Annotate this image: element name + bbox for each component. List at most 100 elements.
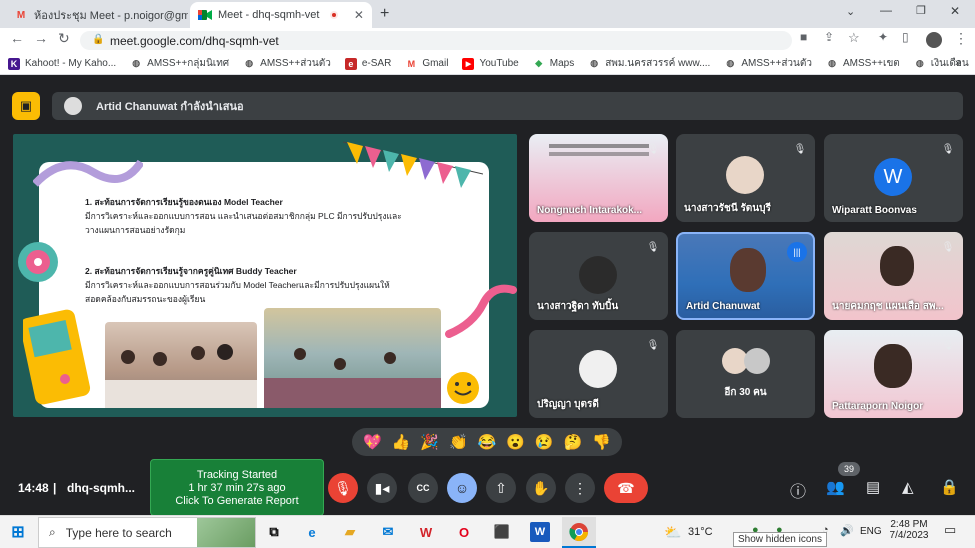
presentation-icon[interactable]: ▣ — [12, 92, 40, 120]
participant-tile[interactable]: 🎙 นางสาวฐิดา ทับบิ้น — [529, 232, 668, 320]
chrome-taskbar-item[interactable] — [562, 517, 596, 548]
tab-gmail[interactable]: M ห้องประชุม Meet - p.noigor@gmai ✕ — [6, 2, 188, 28]
word-icon[interactable]: W — [530, 522, 550, 542]
camera-toggle-button[interactable]: ▮◂ — [367, 473, 397, 503]
thumbs-down-reaction-button[interactable]: 👎 — [592, 433, 611, 451]
participant-name: นายคมกฤช แผนเสือ สพ... — [832, 301, 944, 312]
participant-tile[interactable]: W 🎙 Wiparatt Boonvas — [824, 134, 963, 222]
tracking-duration: 1 hr 37 min 27s ago — [188, 482, 286, 494]
bookmark-item[interactable]: M Gmail — [405, 58, 449, 70]
tab-title: ห้องประชุม Meet - p.noigor@gmai — [34, 10, 188, 22]
youtube-icon: ▶ — [462, 57, 475, 70]
taskbar-search-box[interactable]: ⌕ Type here to search — [38, 517, 256, 548]
minimize-button[interactable]: — — [880, 3, 892, 17]
participant-tile[interactable]: 🎙 นายคมกฤช แผนเสือ สพ... — [824, 232, 963, 320]
close-icon[interactable]: ✕ — [348, 8, 364, 22]
more-options-button[interactable]: ⋮ — [565, 473, 595, 503]
notifications-icon[interactable]: ▭ — [944, 522, 956, 538]
captions-button[interactable]: CC — [408, 473, 438, 503]
activities-icon[interactable]: ◭ — [902, 478, 914, 496]
party-reaction-button[interactable]: 🎉 — [420, 433, 439, 451]
camera-icon[interactable]: ■ — [800, 30, 807, 44]
language-indicator[interactable]: ENG — [860, 526, 882, 537]
forward-icon[interactable]: → — [34, 30, 48, 46]
more-icon[interactable]: ⋮ — [954, 30, 968, 47]
back-icon[interactable]: ← — [10, 30, 24, 46]
laugh-reaction-button[interactable]: 😂 — [478, 433, 497, 451]
clock-time: 2:48 PM — [890, 519, 928, 530]
edge-icon[interactable]: e — [302, 522, 322, 542]
mic-toggle-button[interactable]: 🎙 — [328, 473, 358, 503]
esar-icon: e — [344, 57, 357, 70]
participant-tile[interactable]: 🎙 นางสาวรัชนี รัตนบุรี — [676, 134, 815, 222]
share-icon[interactable]: ⇪ — [824, 30, 834, 44]
present-screen-button[interactable]: ⇧ — [486, 473, 516, 503]
wifi-icon[interactable]: ◔ — [822, 524, 829, 536]
leave-call-button[interactable]: ☎ — [604, 473, 648, 503]
weather-temp[interactable]: 31°C — [688, 526, 713, 538]
meeting-info-icon[interactable]: ⓘ — [790, 478, 806, 502]
task-view-icon[interactable]: ⧉ — [264, 522, 284, 542]
bookmark-item[interactable]: e e-SAR — [344, 57, 391, 70]
bookmark-item[interactable]: K Kahoot! - My Kaho... — [8, 57, 116, 70]
heart-reaction-button[interactable]: 💖 — [363, 433, 382, 451]
bookmark-item[interactable]: ◍ AMSS++เขต — [826, 56, 900, 71]
people-icon[interactable]: 👥 — [826, 478, 845, 496]
captions-icon: CC — [416, 483, 430, 493]
avatar — [744, 348, 770, 374]
mail-icon[interactable]: ✉ — [378, 522, 398, 542]
file-explorer-icon[interactable]: ▰ — [340, 522, 360, 542]
participant-tile[interactable]: 🎙 ปริญญา บุตรดี — [529, 330, 668, 418]
participant-name: Pattaraporn Noigor — [832, 401, 924, 412]
participant-tile[interactable]: 🎙 Nongnuch Intarakok... — [529, 134, 668, 222]
bookmark-item[interactable]: ◍ สพม.นครสวรรค์ www.... — [588, 56, 710, 71]
bookmark-item[interactable]: ▶ YouTube — [462, 57, 519, 70]
thumbs-up-reaction-button[interactable]: 👍 — [392, 433, 411, 451]
meeting-code[interactable]: dhq-sqmh... — [67, 481, 135, 495]
avatar — [874, 344, 912, 388]
opera-icon[interactable]: O — [454, 522, 474, 542]
window-close-button[interactable]: ✕ — [950, 4, 960, 18]
globe-icon: ◍ — [245, 58, 254, 68]
meeting-photo-1 — [105, 322, 257, 408]
bookmark-item[interactable]: ◍ AMSS++ส่วนตัว — [243, 56, 331, 71]
tab-search-icon[interactable]: ⌄ — [846, 5, 855, 18]
weather-icon[interactable]: ⛅ — [664, 524, 681, 541]
tracking-report-button[interactable]: Tracking Started 1 hr 37 min 27s ago Cli… — [150, 459, 324, 516]
thinking-reaction-button[interactable]: 🤔 — [564, 433, 583, 451]
tab-meet[interactable]: Meet - dhq-sqmh-vet ✕ — [190, 2, 372, 28]
bookmark-star-icon[interactable]: ☆ — [848, 30, 860, 46]
restore-button[interactable]: ❐ — [916, 4, 926, 17]
smiley-decoration — [447, 372, 479, 404]
emoji-reactions-button[interactable]: ☺ — [447, 473, 477, 503]
raise-hand-button[interactable]: ✋ — [526, 473, 556, 503]
profile-avatar[interactable] — [926, 32, 942, 48]
windows-start-icon[interactable]: ⊞ — [8, 522, 28, 542]
host-controls-icon[interactable]: 🔒 — [940, 478, 959, 496]
more-participants-tile[interactable]: อีก 30 คน — [676, 330, 815, 418]
participant-name: นางสาวฐิดา ทับบิ้น — [537, 301, 619, 312]
bookmarks-overflow-icon[interactable]: » — [955, 57, 961, 69]
participant-name: Wiparatt Boonvas — [832, 205, 917, 216]
video-icon: ▮◂ — [374, 479, 390, 496]
extensions-icon[interactable]: ✦ — [878, 30, 888, 44]
volume-icon[interactable]: 🔊 — [840, 524, 854, 537]
new-tab-button[interactable]: + — [380, 5, 389, 23]
chat-icon[interactable]: ▤ — [866, 478, 880, 496]
clap-reaction-button[interactable]: 👏 — [449, 433, 468, 451]
sad-reaction-button[interactable]: 😢 — [535, 433, 554, 451]
participant-tile-active[interactable]: ||| Artid Chanuwat — [676, 232, 815, 320]
participant-tile[interactable]: 🎙 Pattaraporn Noigor — [824, 330, 963, 418]
clock[interactable]: 2:48 PM 7/4/2023 — [887, 519, 931, 541]
pdf-icon[interactable]: ⬛ — [492, 522, 512, 542]
bookmark-item[interactable]: ◍ AMSS++กลุ่มนิเทศ — [130, 56, 229, 71]
globe-icon: ◍ — [828, 58, 836, 68]
bookmark-item[interactable]: ◍ AMSS++ส่วนตัว — [724, 56, 812, 71]
surprised-reaction-button[interactable]: 😮 — [506, 433, 525, 451]
reload-icon[interactable]: ↻ — [58, 30, 70, 47]
slide-item-body: มีการวิเคราะห์และออกแบบการสอนร่วมกับ Mod… — [85, 280, 390, 304]
wps-icon[interactable]: W — [416, 522, 436, 542]
bookmark-item[interactable]: ◆ Maps — [533, 58, 574, 70]
side-panel-icon[interactable]: ▯ — [902, 30, 909, 44]
address-bar[interactable]: 🔒 meet.google.com/dhq-sqmh-vet — [80, 31, 792, 50]
